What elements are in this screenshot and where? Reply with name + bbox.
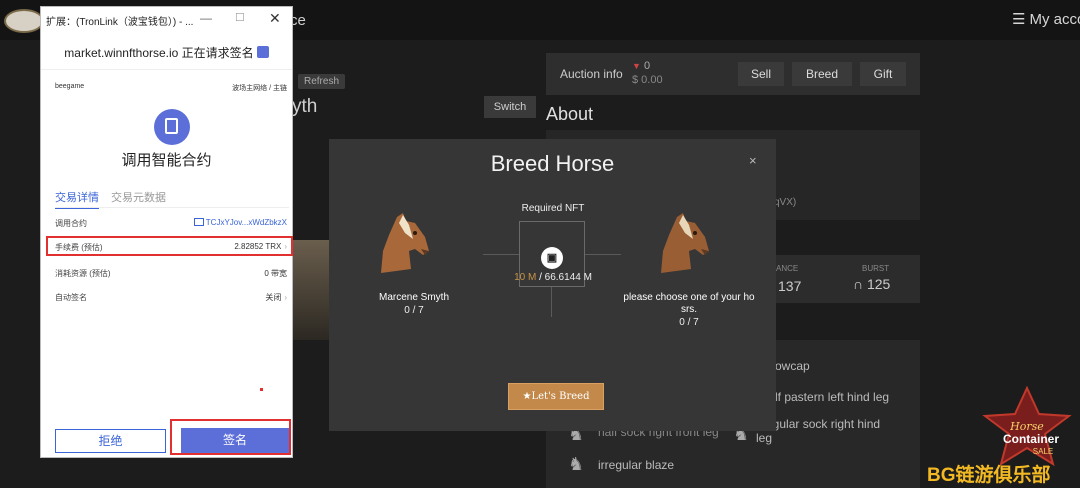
required-nft-label: Required NFT <box>521 203 585 214</box>
smart-contract-icon <box>154 109 190 145</box>
trait-item: leg <box>756 431 773 445</box>
horseshoe-icon: ∩ <box>853 276 864 292</box>
stat-balance-value: 137 <box>778 278 802 294</box>
trait-item: owcap <box>775 359 810 373</box>
watermark: BG链游俱乐部 <box>927 465 1051 486</box>
maximize-icon[interactable]: ☐ <box>235 11 245 24</box>
network-label: 波场主网络 / 主链 <box>232 85 287 92</box>
nft-separator: / <box>536 272 545 283</box>
horse-container-sale-badge: Horse Container SALE <box>982 386 1072 466</box>
owner-address: qVX) <box>774 197 797 208</box>
refresh-button[interactable]: Refresh <box>298 74 346 89</box>
account-menu[interactable]: ☰ My acco <box>1012 10 1080 28</box>
horse-head-icon: ♞ <box>568 454 585 474</box>
reject-button[interactable]: 拒绝 <box>55 429 166 453</box>
site-request: market.winnfthorse.io 正在请求签名 <box>41 44 292 61</box>
chevron-right-icon: › <box>284 242 287 251</box>
triangle-icon: ▼ <box>632 61 641 71</box>
connector-line <box>585 254 621 255</box>
nft-amounts: 10 M / 66.6144 M <box>489 272 617 283</box>
connector-line <box>483 254 519 255</box>
site-logo[interactable] <box>4 9 44 33</box>
contract-address[interactable]: TCJxYJov...xWdZbkzX <box>193 218 287 227</box>
close-icon[interactable]: ✕ <box>269 10 281 27</box>
gift-button[interactable]: Gift <box>860 62 906 86</box>
resource-label: 消耗资源 (预估) <box>55 269 111 278</box>
left-horse-portrait[interactable] <box>375 211 439 275</box>
account-name: beegame <box>55 83 85 90</box>
modal-title: Breed Horse <box>490 151 615 176</box>
close-icon[interactable]: × <box>749 153 757 168</box>
contract-label: 调用合约 <box>55 219 87 228</box>
tronlink-popup: 扩展：(TronLink（波宝钱包）) - ... — ☐ ✕ market.w… <box>40 6 293 458</box>
divider <box>41 69 292 70</box>
request-heading: 调用智能合约 <box>121 152 212 169</box>
sell-button[interactable]: Sell <box>738 62 784 86</box>
window-titlebar: 扩展：(TronLink（波宝钱包）) - ... — ☐ ✕ <box>41 7 292 31</box>
fee-value[interactable]: 2.82852 TRX › <box>234 242 287 251</box>
sign-button[interactable]: 签名 <box>181 428 289 453</box>
horse-image <box>292 240 332 340</box>
nft-token-icon: ▣ <box>541 247 563 269</box>
window-title: 扩展：(TronLink（波宝钱包）) - ... <box>46 17 194 28</box>
badge-line-3: SALE <box>1033 447 1053 456</box>
lets-breed-button[interactable]: ★Let's Breed <box>508 383 604 410</box>
contract-icon <box>193 218 204 226</box>
account-label: My acco <box>1029 11 1080 28</box>
auction-bar: Auction info ▼ 0 $ 0.00 Sell Breed Gift <box>546 53 920 95</box>
left-horse-name: Marcene Smyth <box>378 292 450 303</box>
nft-owned-amount: 10 M <box>514 272 537 283</box>
minimize-icon[interactable]: — <box>200 11 212 25</box>
connector-line <box>551 287 552 317</box>
auction-count: ▼ 0 <box>632 60 651 72</box>
nft-required-amount: 66.6144 M <box>544 272 592 283</box>
tab-transaction-raw-data[interactable]: 交易元数据 <box>111 189 166 205</box>
auction-price: $ 0.00 <box>632 74 663 86</box>
auction-info-label: Auction info <box>560 67 623 81</box>
verified-icon <box>256 46 269 58</box>
trait-item: irregular blaze <box>598 458 675 472</box>
about-title: About <box>546 104 594 124</box>
tab-underline <box>55 207 289 208</box>
trait-item: lf pastern left hind leg <box>775 390 890 404</box>
left-horse-breed-count: 0 / 7 <box>404 305 424 316</box>
autosign-value[interactable]: 关闭 › <box>265 292 287 303</box>
menu-icon: ☰ <box>1012 11 1026 28</box>
tab-transaction-details[interactable]: 交易详情 <box>55 189 99 209</box>
switch-button[interactable]: Switch <box>484 96 536 118</box>
trait-item: egular sock right hind <box>766 417 881 431</box>
breed-horse-modal: Breed Horse × Marcene Smyth 0 / 7 Requir… <box>329 139 776 431</box>
horse-name: yth <box>292 96 318 117</box>
resource-value: 0 带宽 <box>264 269 287 278</box>
autosign-label: 自动签名 <box>55 293 87 302</box>
stat-burst-label: BURST <box>862 264 890 273</box>
stat-burst-value: ∩ 125 <box>853 276 891 292</box>
breed-tab-button[interactable]: Breed <box>792 62 852 86</box>
fee-label: 手续费 (预估) <box>55 243 103 252</box>
right-horse-breed-count: 0 / 7 <box>679 317 699 328</box>
chevron-right-icon: › <box>284 293 287 302</box>
red-marker <box>260 388 263 391</box>
right-horse-prompt: please choose one of your ho srs. <box>623 292 755 315</box>
stat-balance-label: ANCE <box>776 264 799 273</box>
badge-line-2: Container <box>1003 432 1059 446</box>
right-horse-portrait[interactable] <box>655 211 719 275</box>
